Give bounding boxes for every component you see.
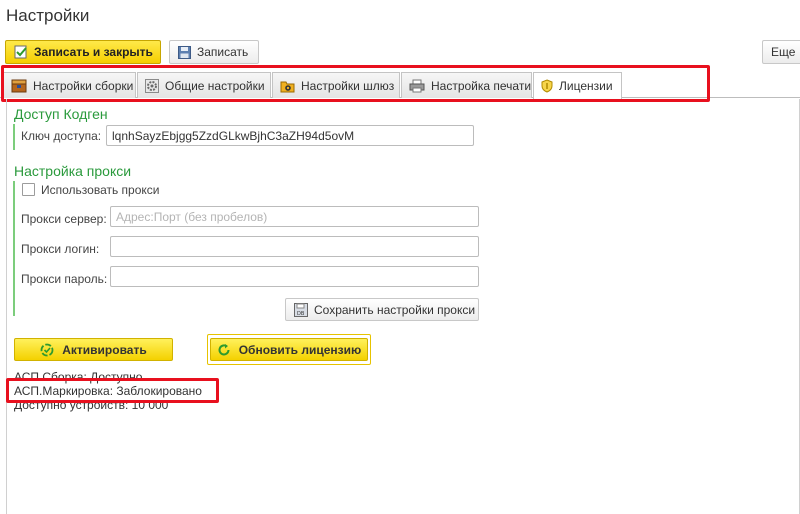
use-proxy-label: Использовать прокси <box>41 183 160 197</box>
proxy-login-input[interactable] <box>110 236 479 257</box>
save-and-close-button[interactable]: Записать и закрыть <box>5 40 161 64</box>
refresh-icon <box>218 343 230 355</box>
status-assembly: АСП.Сборка: Доступно <box>14 370 143 384</box>
tab-licenses[interactable]: Лицензии <box>533 72 622 99</box>
tab-label: Настройка печати <box>431 78 532 93</box>
save-and-close-label: Записать и закрыть <box>34 45 153 59</box>
tab-label: Настройки шлюз <box>301 78 395 93</box>
more-button[interactable]: Еще <box>762 40 800 64</box>
proxy-server-input[interactable] <box>110 206 479 227</box>
activate-button[interactable]: Активировать <box>14 338 173 361</box>
window-title: Настройки <box>6 6 90 25</box>
more-label: Еще <box>771 45 796 59</box>
kodgen-section-title: Доступ Кодген <box>14 106 108 122</box>
save-close-icon <box>14 45 27 59</box>
tab-label: Лицензии <box>559 79 613 93</box>
content-left-border <box>6 99 7 514</box>
settings-window: Настройки Записать и закрыть Записать Ещ… <box>0 0 800 514</box>
save-proxy-settings-label: Сохранить настройки прокси <box>314 302 476 317</box>
activate-label: Активировать <box>62 342 147 357</box>
access-key-label: Ключ доступа: <box>21 129 102 143</box>
tab-label: Настройки сборки <box>33 78 134 93</box>
save-label: Записать <box>197 45 249 59</box>
proxy-login-label: Прокси логин: <box>21 242 100 256</box>
assembly-box-icon <box>11 79 27 92</box>
gateway-icon <box>280 81 295 92</box>
save-button[interactable]: Записать <box>169 40 259 64</box>
tab-label: Общие настройки <box>165 78 265 93</box>
tab-assembly-settings[interactable]: Настройки сборки <box>3 72 136 98</box>
printer-icon <box>409 79 425 92</box>
tab-general-settings[interactable]: Общие настройки <box>137 72 271 98</box>
proxy-section-title: Настройка прокси <box>14 163 132 179</box>
status-marking: АСП.Маркировка: Заблокировано <box>14 384 202 398</box>
proxy-password-label: Прокси пароль: <box>21 272 108 286</box>
use-proxy-checkbox[interactable] <box>22 183 35 196</box>
tab-bar: Настройки сборки Общие настройки Настрой… <box>0 72 800 99</box>
floppy-disk-icon <box>178 45 191 59</box>
tab-gateway-settings[interactable]: Настройки шлюз <box>272 72 400 98</box>
tab-print-settings[interactable]: Настройка печати <box>401 72 532 98</box>
kodgen-group-line <box>13 124 15 150</box>
access-key-input[interactable] <box>106 125 474 146</box>
proxy-server-label: Прокси сервер: <box>21 212 107 226</box>
refresh-license-label: Обновить лицензию <box>238 342 362 357</box>
svg-text:DB: DB <box>297 311 305 317</box>
activate-icon <box>40 343 54 356</box>
proxy-password-input[interactable] <box>110 266 479 287</box>
save-settings-icon: DB <box>294 302 308 317</box>
proxy-group-line <box>13 181 15 316</box>
save-proxy-settings-button[interactable]: DB Сохранить настройки прокси <box>285 298 479 321</box>
gear-icon <box>145 78 159 93</box>
license-shield-icon <box>541 79 553 93</box>
status-devices: Доступно устройств: 10 000 <box>14 398 169 412</box>
refresh-license-button[interactable]: Обновить лицензию <box>210 338 368 361</box>
